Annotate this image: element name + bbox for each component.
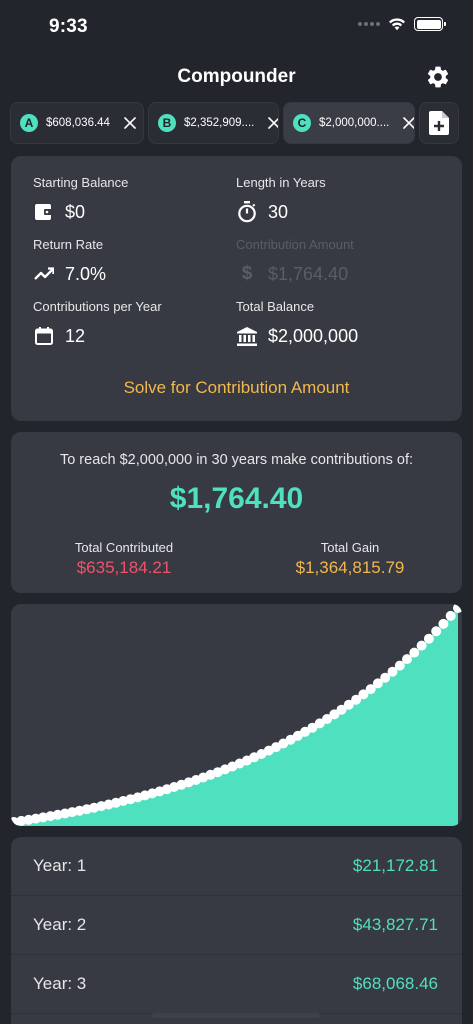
result-intro: To reach $2,000,000 in 30 years make con… bbox=[59, 452, 414, 468]
total-balance-field[interactable]: Total Balance $2,000,000 bbox=[236, 299, 358, 347]
list-item[interactable]: Year: 3 $68,068.46 bbox=[11, 955, 462, 1014]
page-title: Compounder bbox=[177, 66, 296, 87]
navigation-bar: Compounder bbox=[0, 58, 473, 96]
close-icon[interactable] bbox=[122, 115, 138, 131]
field-label: Total Balance bbox=[236, 299, 315, 314]
battery-icon bbox=[414, 17, 446, 31]
status-time: 9:33 bbox=[49, 16, 88, 37]
stat-label: Total Gain bbox=[320, 540, 380, 555]
field-value: 12 bbox=[65, 325, 86, 346]
list-item[interactable]: Year: 2 $43,827.71 bbox=[11, 896, 462, 955]
data-point bbox=[409, 647, 420, 658]
result-card: To reach $2,000,000 in 30 years make con… bbox=[11, 432, 462, 593]
year-value: $68,068.46 bbox=[352, 974, 438, 993]
dollar-icon: $ bbox=[241, 263, 253, 284]
settings-button[interactable] bbox=[425, 64, 451, 90]
solve-for-contribution-button[interactable]: Solve for Contribution Amount bbox=[11, 378, 462, 398]
field-value: $1,764.40 bbox=[268, 263, 349, 284]
tab-scenario-c[interactable]: C $2,000,000.... bbox=[283, 102, 415, 144]
add-scenario-button[interactable] bbox=[419, 102, 459, 144]
scenario-tabs: A $608,036.44 B $2,352,909.... C $2,000,… bbox=[10, 102, 459, 144]
tab-scenario-b[interactable]: B $2,352,909.... bbox=[148, 102, 279, 144]
field-label: Contribution Amount bbox=[236, 237, 354, 252]
contribution-result: $1,764.40 bbox=[169, 482, 304, 515]
balance-area bbox=[14, 608, 458, 826]
tab-label: $2,352,909.... bbox=[184, 117, 255, 129]
year-value: $21,172.81 bbox=[352, 856, 438, 875]
field-value: 7.0% bbox=[65, 263, 107, 284]
stat-value: $635,184.21 bbox=[76, 558, 172, 577]
wifi-icon bbox=[389, 18, 405, 31]
total-contributed-stat: Total Contributed $635,184.21 bbox=[61, 540, 187, 578]
year-label: Year: 3 bbox=[33, 974, 87, 993]
tab-badge: B bbox=[158, 114, 176, 132]
home-indicator bbox=[152, 1013, 320, 1018]
stopwatch-icon bbox=[236, 201, 258, 223]
status-icons bbox=[358, 17, 446, 31]
tab-scenario-a[interactable]: A $608,036.44 bbox=[10, 102, 144, 144]
growth-chart-svg bbox=[11, 604, 462, 826]
starting-balance-field[interactable]: Starting Balance $0 bbox=[33, 175, 128, 223]
year-value: $43,827.71 bbox=[352, 915, 438, 934]
status-bar: 9:33 bbox=[0, 0, 473, 52]
year-label: Year: 2 bbox=[33, 915, 87, 934]
tab-badge: C bbox=[293, 114, 311, 132]
field-label: Return Rate bbox=[33, 237, 104, 252]
gear-icon bbox=[427, 66, 449, 88]
year-list: Year: 1 $21,172.81 Year: 2 $43,827.71 Ye… bbox=[11, 837, 462, 1024]
inputs-card: Starting Balance $0 Length in Years 30 R… bbox=[11, 156, 462, 421]
field-value: $2,000,000 bbox=[268, 325, 359, 346]
length-in-years-field[interactable]: Length in Years 30 bbox=[236, 175, 326, 223]
close-icon[interactable] bbox=[266, 115, 279, 131]
tab-label: $608,036.44 bbox=[46, 117, 110, 129]
contribution-amount-field: Contribution Amount $ $1,764.40 bbox=[236, 237, 354, 285]
new-document-icon bbox=[429, 111, 449, 135]
field-value: 30 bbox=[268, 201, 289, 222]
wallet-icon bbox=[33, 201, 55, 223]
tab-label: $2,000,000.... bbox=[319, 117, 390, 129]
list-item[interactable]: Year: 1 $21,172.81 bbox=[11, 837, 462, 896]
field-label: Starting Balance bbox=[33, 175, 129, 190]
data-point bbox=[431, 626, 442, 637]
stat-value: $1,364,815.79 bbox=[295, 558, 405, 577]
stat-label: Total Contributed bbox=[74, 540, 174, 555]
growth-chart bbox=[11, 604, 462, 826]
data-point bbox=[438, 618, 449, 629]
calendar-icon bbox=[33, 325, 55, 347]
data-point bbox=[453, 604, 462, 613]
data-point bbox=[423, 633, 434, 644]
return-rate-field[interactable]: Return Rate 7.0% bbox=[33, 237, 106, 285]
data-point bbox=[445, 610, 456, 621]
year-label: Year: 1 bbox=[33, 856, 87, 875]
total-gain-stat: Total Gain $1,364,815.79 bbox=[287, 540, 413, 578]
close-icon[interactable] bbox=[401, 115, 415, 131]
bank-icon bbox=[236, 325, 258, 347]
data-point bbox=[416, 640, 427, 651]
cellular-signal-icon bbox=[358, 22, 380, 26]
field-value: $0 bbox=[65, 201, 86, 222]
field-label: Length in Years bbox=[236, 175, 326, 190]
tab-badge: A bbox=[20, 114, 38, 132]
field-label: Contributions per Year bbox=[33, 299, 162, 314]
trending-up-icon bbox=[33, 263, 55, 285]
contributions-per-year-field[interactable]: Contributions per Year 12 bbox=[33, 299, 162, 347]
